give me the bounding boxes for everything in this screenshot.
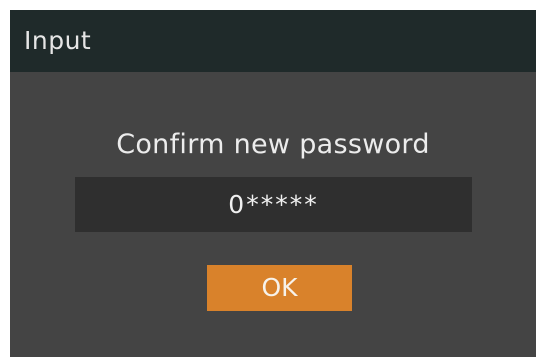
input-dialog: Input Confirm new password OK — [10, 10, 536, 357]
dialog-title-bar: Input — [10, 10, 536, 72]
prompt-label: Confirm new password — [116, 129, 430, 160]
ok-button[interactable]: OK — [207, 265, 352, 311]
dialog-title: Input — [24, 26, 92, 55]
confirm-password-field[interactable] — [75, 177, 472, 232]
